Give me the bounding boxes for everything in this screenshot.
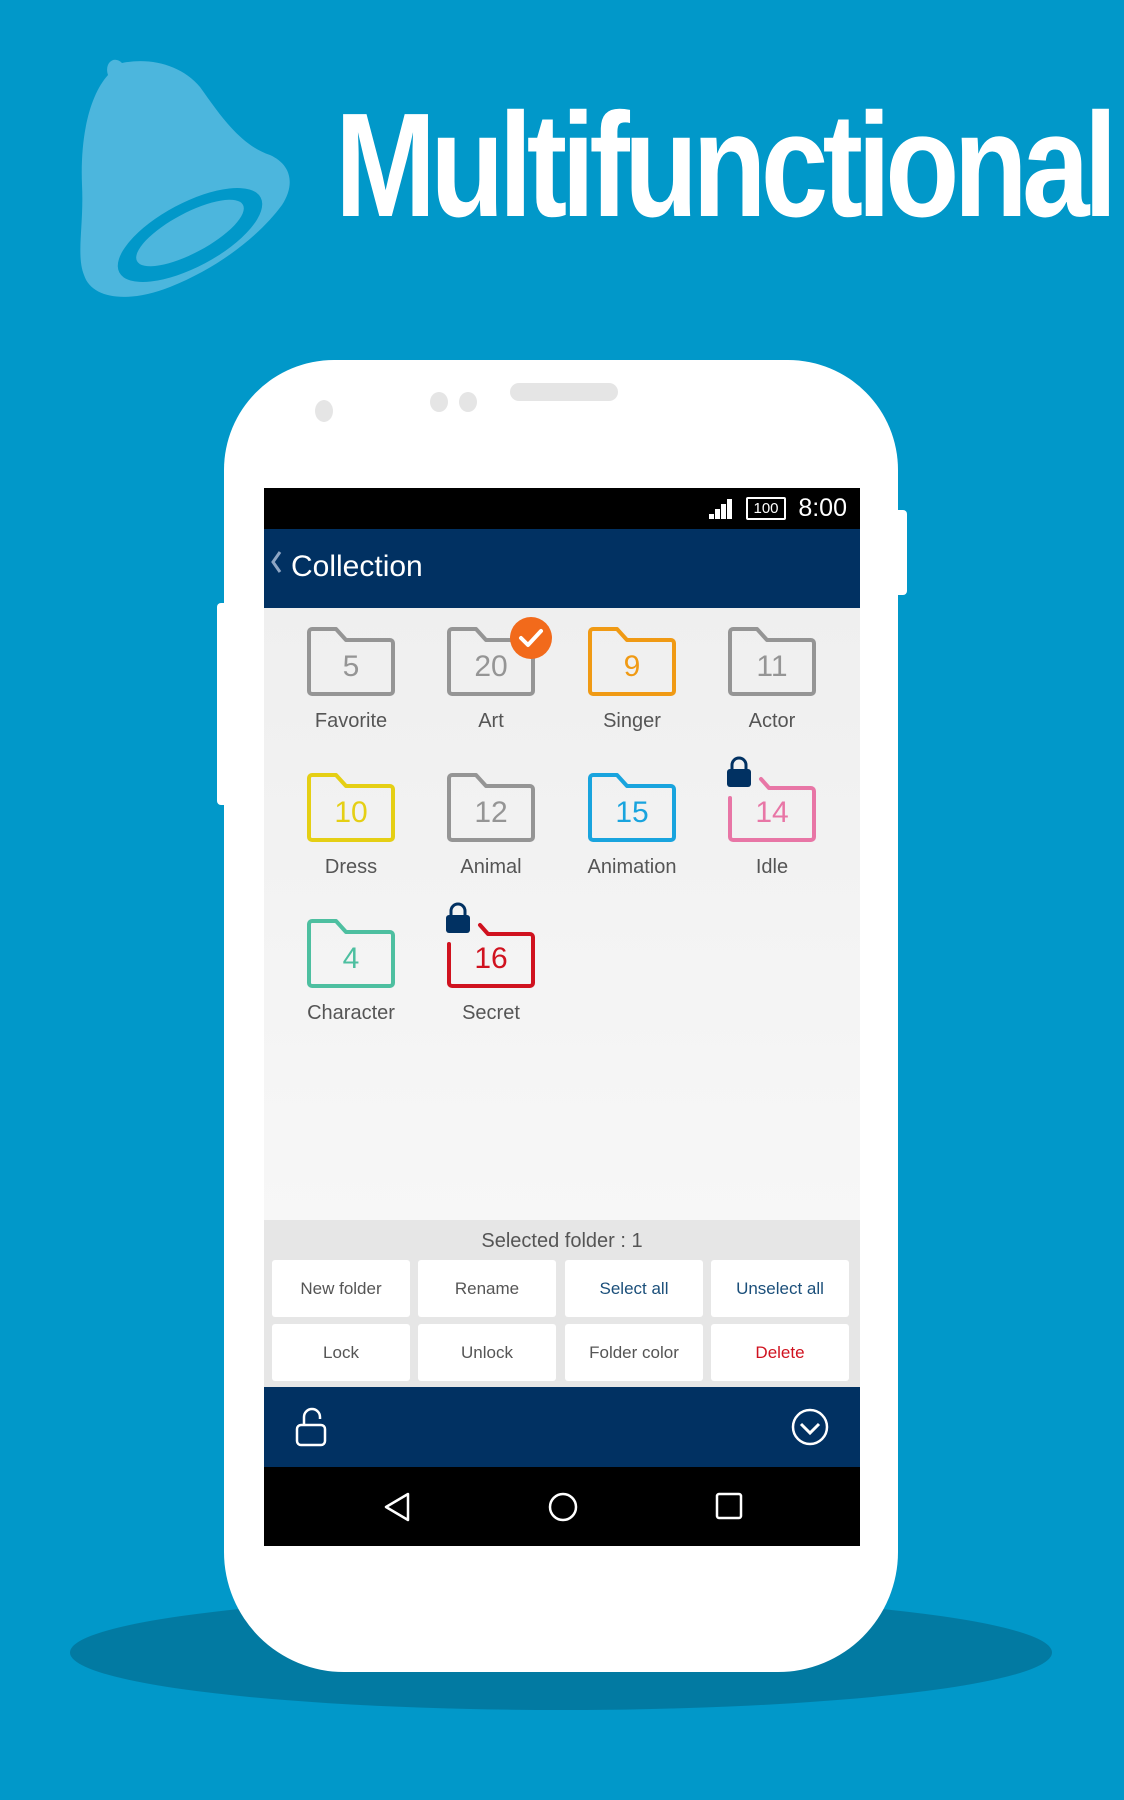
unlock-button[interactable]: Unlock <box>418 1324 556 1381</box>
folder-label: Art <box>478 710 504 732</box>
folder-count: 16 <box>474 942 508 975</box>
selected-check-icon <box>510 617 552 659</box>
folder-label: Animation <box>587 856 677 878</box>
folder-count: 14 <box>755 796 789 829</box>
folder-label: Favorite <box>314 710 388 732</box>
folder-item[interactable]: 15 Animation <box>562 754 702 894</box>
bell-icon <box>80 59 290 297</box>
folder-label: Dress <box>324 856 378 878</box>
battery-icon: 100 <box>746 497 786 520</box>
folder-count: 15 <box>615 796 649 829</box>
signal-icon <box>709 499 732 519</box>
folder-item[interactable]: 9 Singer <box>562 608 702 748</box>
unselect-all-button[interactable]: Unselect all <box>711 1260 849 1317</box>
folder-count: 9 <box>623 650 641 683</box>
lock-button[interactable]: Lock <box>272 1324 410 1381</box>
recents-square-icon[interactable] <box>715 1492 743 1520</box>
front-camera-right <box>459 392 477 412</box>
back-triangle-icon[interactable] <box>382 1491 412 1523</box>
lock-icon <box>727 756 751 787</box>
new-folder-button[interactable]: New folder <box>272 1260 410 1317</box>
earpiece-speaker <box>510 383 618 401</box>
home-circle-icon[interactable] <box>547 1491 579 1523</box>
chevron-left-icon <box>271 551 282 573</box>
unlock-icon[interactable] <box>295 1407 327 1447</box>
folder-count: 5 <box>342 650 360 683</box>
folder-color-button[interactable]: Folder color <box>565 1324 703 1381</box>
front-sensor <box>315 400 333 422</box>
folder-label: Actor <box>748 710 796 732</box>
status-bar: 100 8:00 <box>264 488 860 529</box>
delete-button[interactable]: Delete <box>711 1324 849 1381</box>
folder-count: 11 <box>756 650 788 683</box>
folder-item[interactable]: 16 Secret <box>421 900 561 1040</box>
folder-label: Secret <box>462 1002 520 1024</box>
folder-count: 10 <box>334 796 368 829</box>
folder-label: Singer <box>603 710 661 732</box>
action-panel: Selected folder : 1 New folder Rename Sele… <box>264 1220 860 1388</box>
app-bar: Collection <box>264 529 860 608</box>
bottom-bar <box>264 1387 860 1467</box>
folder-label: Idle <box>755 856 789 878</box>
folder-item[interactable]: 20 Art <box>421 608 561 748</box>
check-circle-icon[interactable] <box>790 1407 830 1447</box>
select-all-button[interactable]: Select all <box>565 1260 703 1317</box>
promo-headline: Multifunctional <box>335 83 1117 248</box>
folder-grid: 5 Favorite 20 Art 9 Singer 11 Actor 10 D… <box>264 608 860 1220</box>
page-title: Collection <box>291 550 423 583</box>
front-camera-left <box>430 392 448 412</box>
rename-button[interactable]: Rename <box>418 1260 556 1317</box>
selected-count: Selected folder : 1 <box>481 1230 643 1252</box>
folder-item[interactable]: 10 Dress <box>281 754 421 894</box>
folder-count: 12 <box>474 796 508 829</box>
folder-label: Character <box>307 1002 395 1024</box>
folder-item[interactable]: 14 Idle <box>702 754 842 894</box>
folder-item[interactable]: 12 Animal <box>421 754 561 894</box>
phone-screen: 100 8:00 Collection 5 Favorite 20 Art 9 … <box>264 488 860 1546</box>
lock-icon <box>446 902 470 933</box>
status-time: 8:00 <box>798 494 847 522</box>
folder-item[interactable]: 5 Favorite <box>281 608 421 748</box>
folder-item[interactable]: 11 Actor <box>702 608 842 748</box>
folder-label: Animal <box>460 856 522 878</box>
folder-count: 4 <box>342 942 360 975</box>
folder-item[interactable]: 4 Character <box>281 900 421 1040</box>
back-button[interactable] <box>270 549 282 582</box>
navigation-bar <box>264 1467 860 1546</box>
battery-level: 100 <box>753 500 779 517</box>
